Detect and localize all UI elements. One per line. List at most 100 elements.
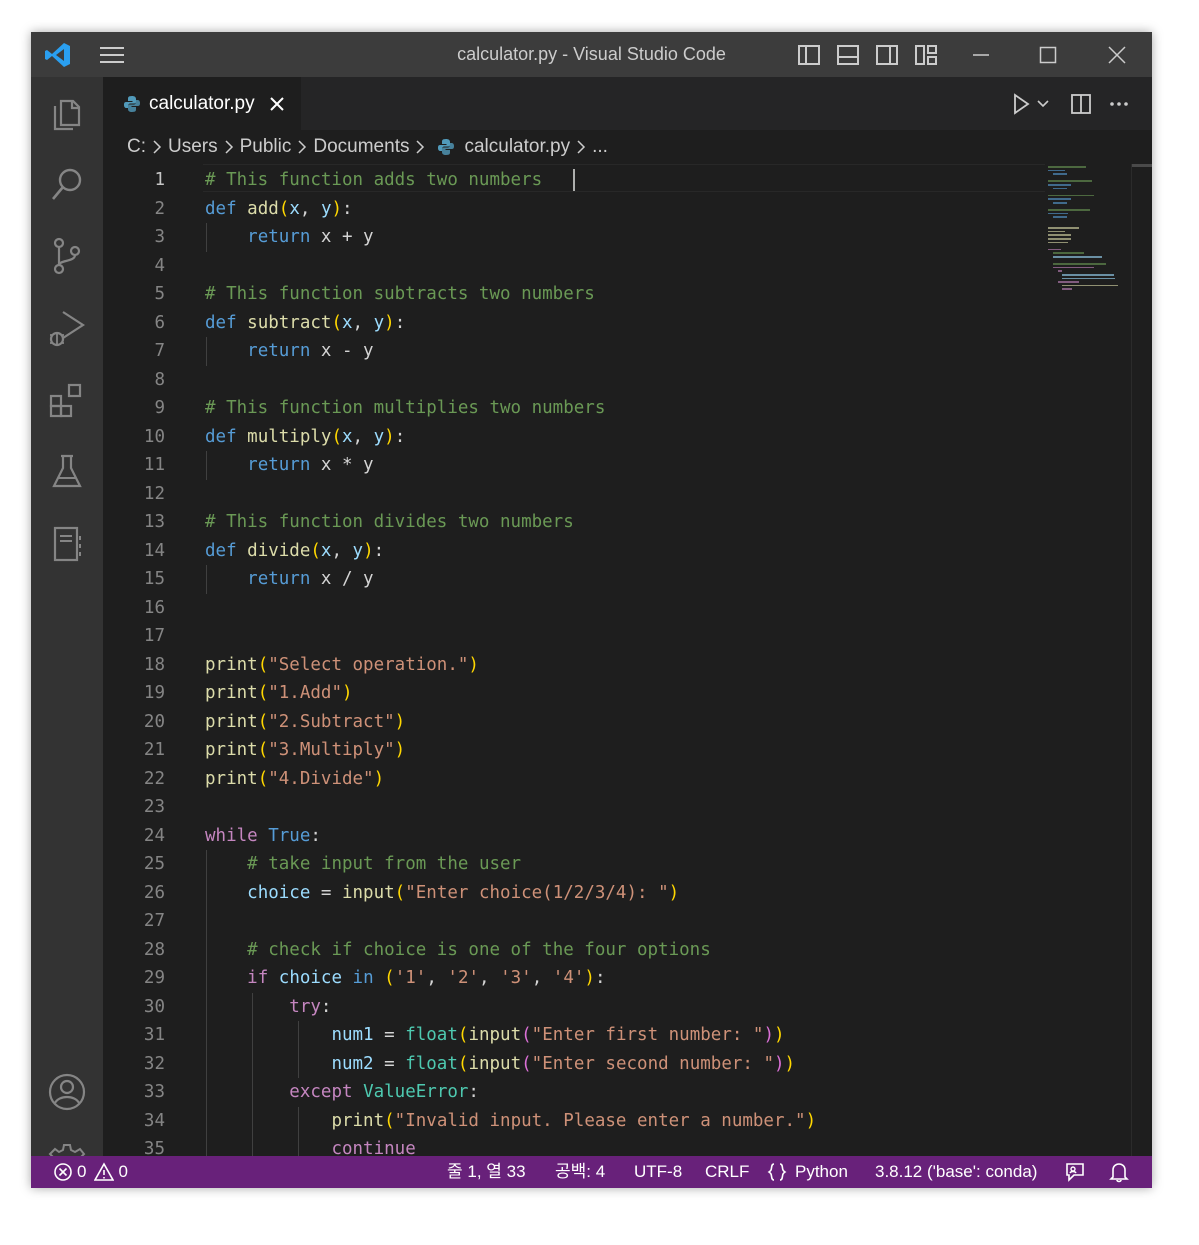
breadcrumb-item[interactable]: Users xyxy=(168,136,218,158)
code-token: "1.Add" xyxy=(268,683,342,703)
code-area[interactable]: # This function adds two numbers def add(… xyxy=(205,164,1045,1156)
code-token: multiply xyxy=(247,426,332,447)
problems-indicator[interactable]: 0 0 xyxy=(53,1156,128,1188)
code-token: # This function multiplies two numbers xyxy=(205,398,606,418)
code-line[interactable]: # check if choice is one of the four opt… xyxy=(205,936,711,964)
code-token: ( xyxy=(394,882,406,903)
code-token: num1 xyxy=(331,1025,374,1045)
code-token: input xyxy=(341,882,395,903)
code-line[interactable]: try: xyxy=(205,993,331,1021)
code-line[interactable]: choice = input("Enter choice(1/2/3/4): "… xyxy=(205,879,679,907)
code-line[interactable]: if choice in ('1', '2', '3', '4'): xyxy=(205,964,605,992)
code-line[interactable]: def add(x, y): xyxy=(205,195,353,223)
maximize-icon[interactable] xyxy=(1028,32,1068,77)
explorer-icon[interactable] xyxy=(31,82,103,142)
python-icon xyxy=(123,95,141,113)
line-number: 20 xyxy=(143,711,165,732)
code-line[interactable]: print("4.Divide") xyxy=(205,765,384,793)
scrollbar-thumb[interactable] xyxy=(1132,164,1152,167)
code-line[interactable]: print("3.Multiply") xyxy=(205,736,405,764)
code-line[interactable]: # This function divides two numbers xyxy=(205,508,574,536)
breadcrumb-item[interactable]: calculator.py xyxy=(464,136,570,158)
warning-count: 0 xyxy=(118,1162,128,1181)
close-icon[interactable] xyxy=(269,96,285,112)
chevron-down-icon[interactable] xyxy=(1036,97,1050,111)
code-token: ) xyxy=(763,1025,775,1045)
code-line[interactable]: except ValueError: xyxy=(205,1078,479,1106)
extensions-icon[interactable] xyxy=(31,370,103,430)
run-debug-icon[interactable] xyxy=(31,298,103,358)
code-line[interactable]: # take input from the user xyxy=(205,850,521,878)
code-token: # This function adds two numbers xyxy=(205,170,543,190)
code-token: x - y xyxy=(310,341,374,361)
code-line[interactable]: return x / y xyxy=(205,565,373,593)
breadcrumb-item[interactable]: Documents xyxy=(313,136,409,158)
code-line[interactable]: # This function multiplies two numbers xyxy=(205,394,605,422)
code-token: while xyxy=(205,825,258,846)
code-line[interactable]: print("1.Add") xyxy=(205,679,353,707)
code-token: '2' xyxy=(447,968,480,988)
code-token: ( xyxy=(521,1053,532,1074)
breadcrumb-item[interactable]: C: xyxy=(127,136,146,158)
toggle-secondary-sidebar-icon[interactable] xyxy=(874,32,900,77)
code-line[interactable]: # This function adds two numbers xyxy=(205,166,542,194)
minimap[interactable] xyxy=(1048,164,1128,304)
code-token: y xyxy=(320,198,332,219)
code-line[interactable]: continue xyxy=(205,1135,415,1156)
code-line[interactable]: while True: xyxy=(205,822,321,850)
code-line[interactable]: # This function subtracts two numbers xyxy=(205,280,595,308)
line-number: 3 xyxy=(154,227,165,247)
notebook-icon[interactable] xyxy=(31,514,103,574)
minimap-line xyxy=(1062,277,1116,280)
breadcrumb-item[interactable]: Public xyxy=(240,136,292,158)
line-number: 25 xyxy=(143,854,165,874)
code-line[interactable]: print("Select operation.") xyxy=(205,651,479,679)
feedback-icon[interactable] xyxy=(1064,1156,1086,1188)
minimize-icon[interactable] xyxy=(961,32,1001,77)
code-line[interactable]: num1 = float(input("Enter first number: … xyxy=(205,1021,784,1049)
language-mode[interactable]: Python xyxy=(767,1156,848,1188)
code-line[interactable]: def multiply(x, y): xyxy=(205,423,405,451)
more-actions-icon[interactable] xyxy=(1108,93,1130,115)
run-icon[interactable] xyxy=(1010,92,1032,115)
code-token: return xyxy=(247,569,311,589)
customize-layout-icon[interactable] xyxy=(913,32,939,77)
code-line[interactable]: return x - y xyxy=(205,337,374,365)
cursor-position[interactable]: 줄 1, 열 33 xyxy=(447,1156,526,1188)
code-line[interactable]: return x * y xyxy=(205,451,373,479)
toggle-primary-sidebar-icon[interactable] xyxy=(796,32,822,77)
code-token: def xyxy=(205,426,237,447)
code-line[interactable]: def divide(x, y): xyxy=(205,537,384,565)
code-token: : xyxy=(594,968,606,988)
code-editor[interactable]: 1 2 3 4 5 6 7 8 9 10 11 12 13 14 15 16 17 18 19 20 21 22 23 24 2… xyxy=(103,164,1152,1156)
line-ending[interactable]: CRLF xyxy=(705,1156,749,1188)
code-token: return xyxy=(247,341,311,361)
code-line[interactable]: print("Invalid input. Please enter a num… xyxy=(205,1107,816,1135)
code-token: : xyxy=(342,198,353,219)
source-control-icon[interactable] xyxy=(31,226,103,286)
code-line[interactable]: def subtract(x, y): xyxy=(205,309,405,337)
testing-icon[interactable] xyxy=(31,442,103,502)
code-line[interactable]: num2 = float(input("Enter second number:… xyxy=(205,1050,795,1078)
indentation[interactable]: 공백: 4 xyxy=(555,1156,605,1188)
vertical-scrollbar[interactable] xyxy=(1131,164,1152,1156)
breadcrumb-item[interactable]: ... xyxy=(592,136,608,158)
python-interpreter[interactable]: 3.8.12 ('base': conda) xyxy=(875,1156,1037,1188)
close-icon[interactable] xyxy=(1097,32,1137,77)
menu-icon[interactable] xyxy=(97,32,127,77)
tab-calculator-py[interactable]: calculator.py xyxy=(103,77,301,130)
search-icon[interactable] xyxy=(31,154,103,214)
accounts-icon[interactable] xyxy=(31,1062,103,1122)
toggle-panel-icon[interactable] xyxy=(835,32,861,77)
code-line[interactable]: return x + y xyxy=(205,223,373,251)
code-line[interactable]: print("2.Subtract") xyxy=(205,708,405,736)
encoding[interactable]: UTF-8 xyxy=(634,1156,682,1188)
minimap-line xyxy=(1048,184,1071,186)
notification-bell-icon[interactable] xyxy=(1109,1156,1129,1188)
code-token: ) xyxy=(468,654,479,675)
split-editor-icon[interactable] xyxy=(1070,93,1092,115)
